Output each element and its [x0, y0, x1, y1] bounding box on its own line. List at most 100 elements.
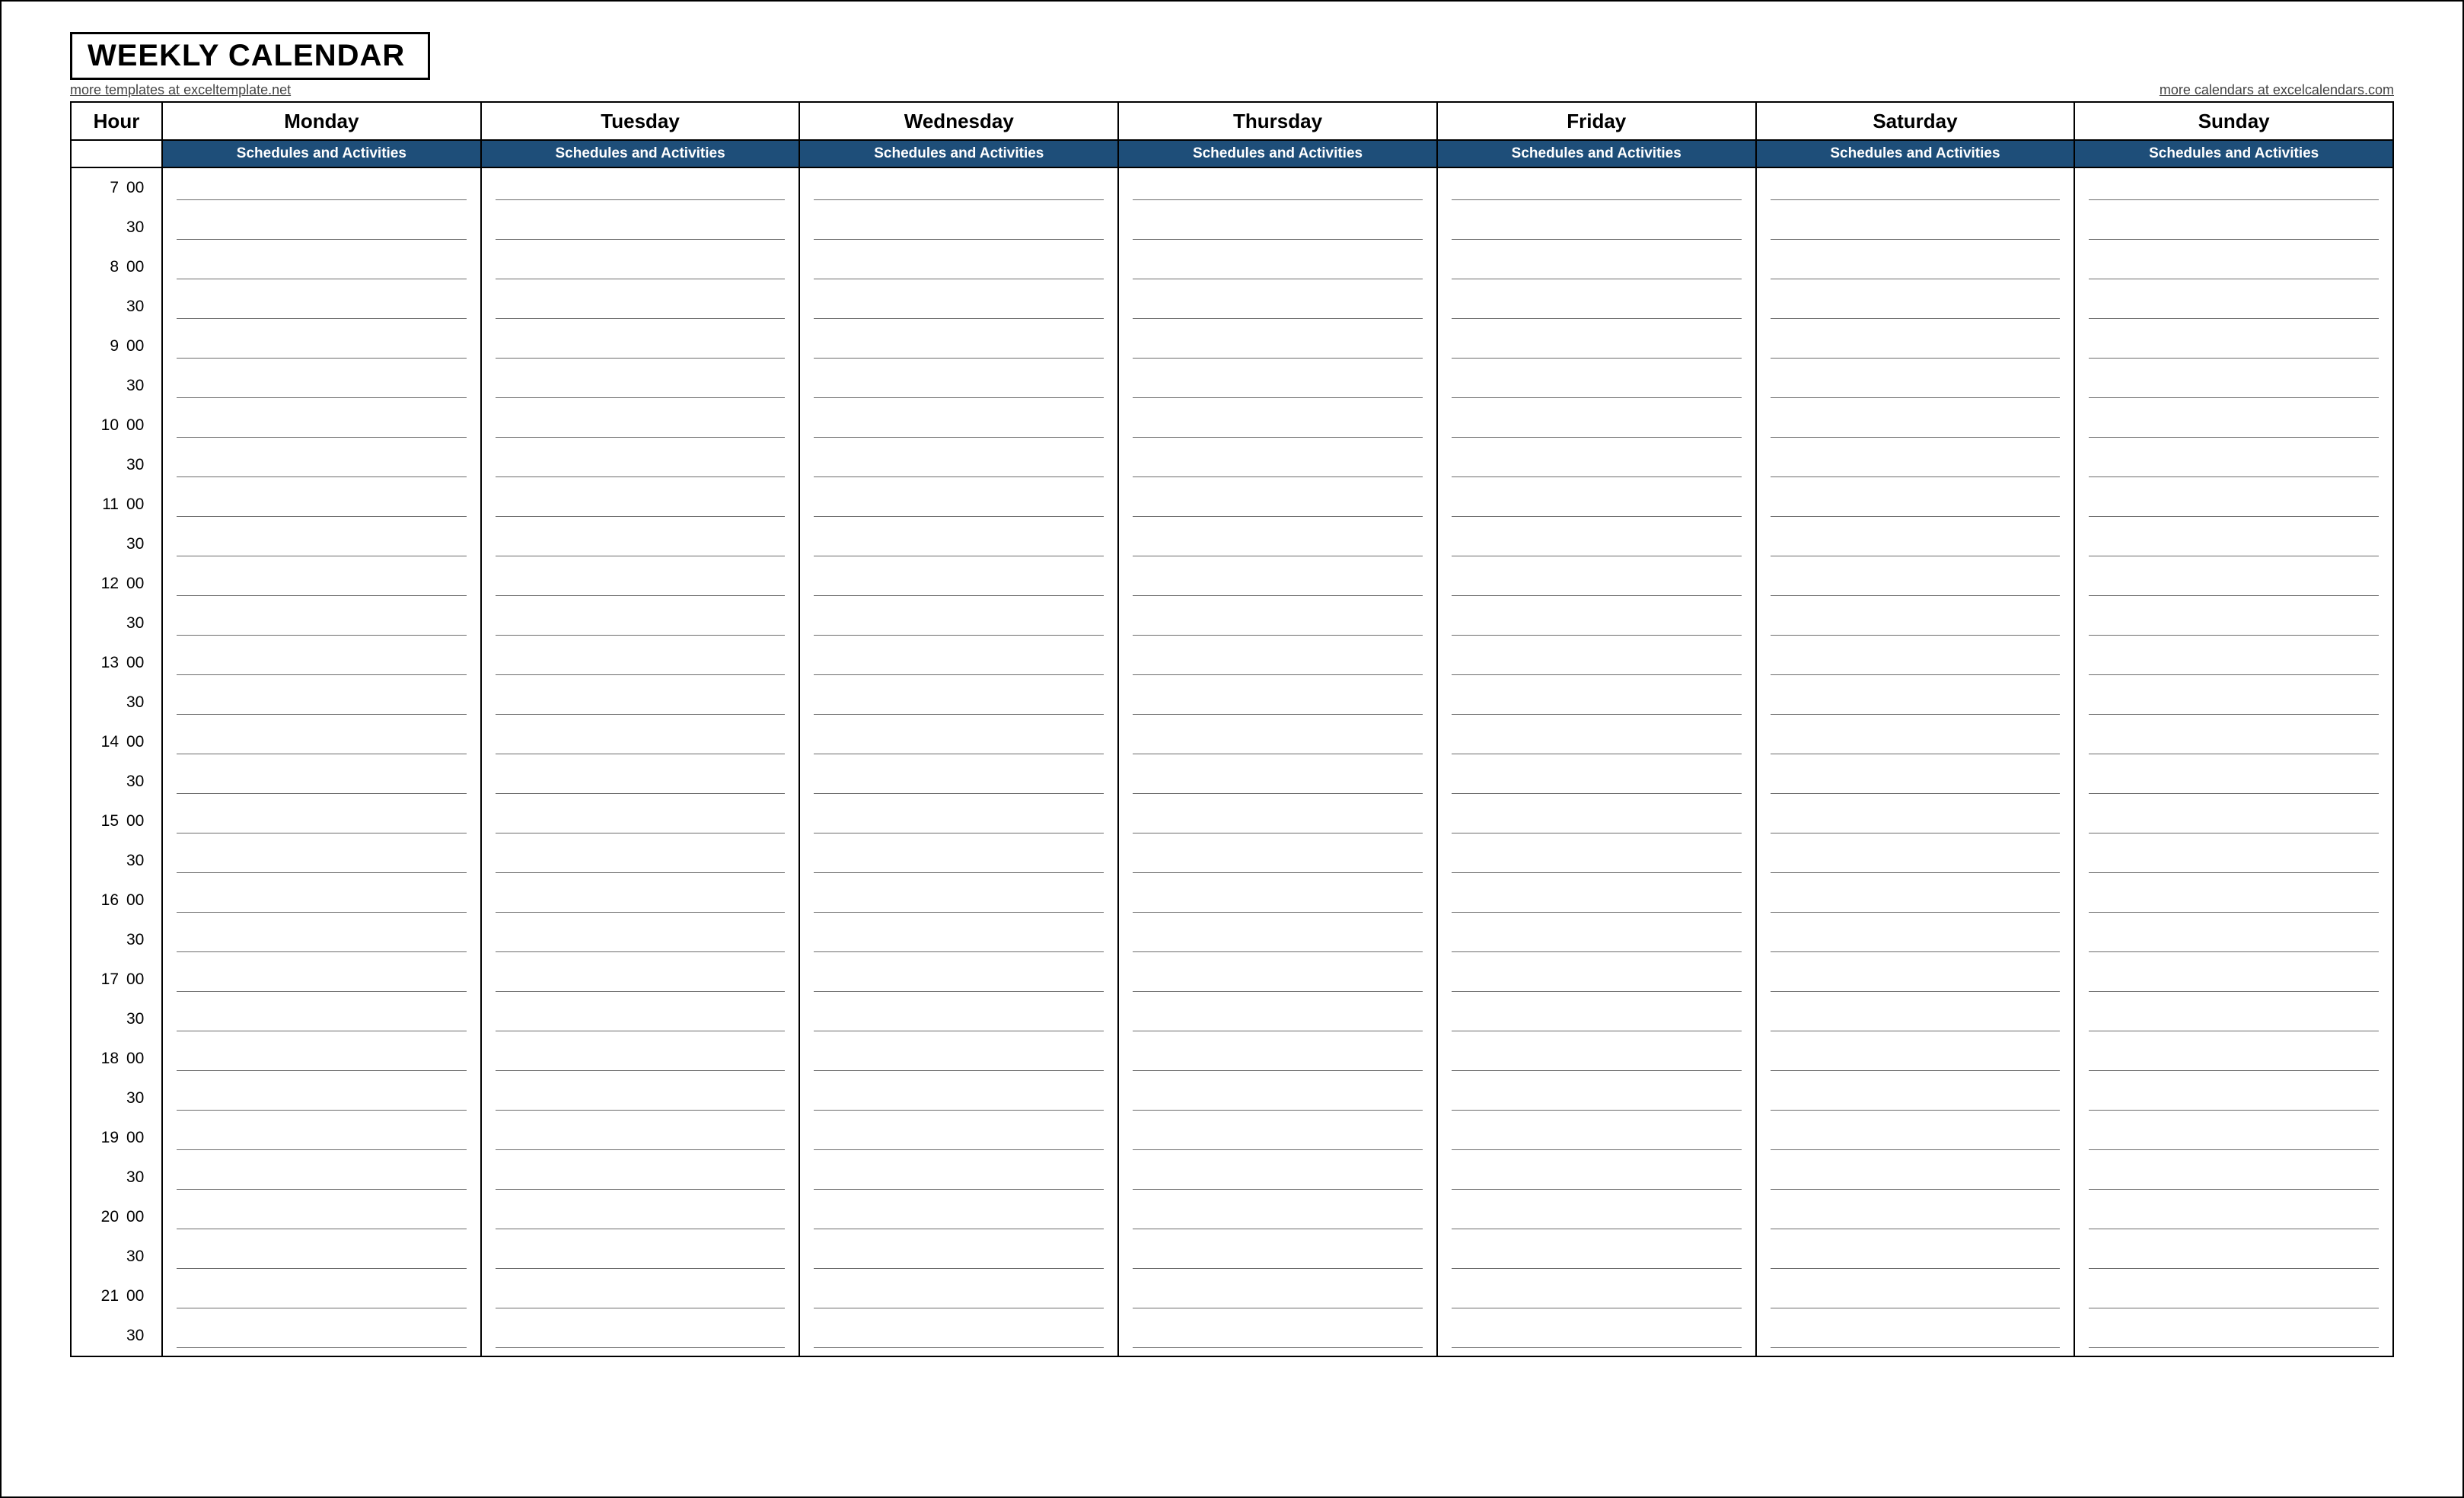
schedule-slot[interactable]	[1119, 841, 1436, 881]
schedule-slot[interactable]	[1757, 1316, 2074, 1356]
schedule-slot[interactable]	[1757, 920, 2074, 960]
schedule-slot[interactable]	[482, 445, 799, 485]
schedule-slot[interactable]	[2075, 1276, 2392, 1316]
schedule-slot[interactable]	[1757, 1237, 2074, 1276]
schedule-slot[interactable]	[2075, 287, 2392, 327]
schedule-slot[interactable]	[2075, 168, 2392, 208]
schedule-slot[interactable]	[1757, 683, 2074, 722]
schedule-slot[interactable]	[1119, 881, 1436, 920]
schedule-slot[interactable]	[482, 168, 799, 208]
schedule-slot[interactable]	[1119, 802, 1436, 841]
schedule-slot[interactable]	[2075, 643, 2392, 683]
schedule-slot[interactable]	[1438, 1158, 1755, 1197]
schedule-slot[interactable]	[2075, 1158, 2392, 1197]
schedule-slot[interactable]	[2075, 920, 2392, 960]
schedule-slot[interactable]	[1757, 1079, 2074, 1118]
schedule-slot[interactable]	[163, 1197, 480, 1237]
schedule-slot[interactable]	[1119, 762, 1436, 802]
schedule-slot[interactable]	[1438, 1039, 1755, 1079]
schedule-slot[interactable]	[482, 1158, 799, 1197]
schedule-slot[interactable]	[1119, 1039, 1436, 1079]
schedule-slot[interactable]	[2075, 683, 2392, 722]
schedule-slot[interactable]	[1757, 524, 2074, 564]
schedule-slot[interactable]	[163, 406, 480, 445]
schedule-slot[interactable]	[1119, 1158, 1436, 1197]
schedule-slot[interactable]	[1438, 247, 1755, 287]
schedule-slot[interactable]	[2075, 524, 2392, 564]
schedule-slot[interactable]	[1757, 1039, 2074, 1079]
schedule-slot[interactable]	[163, 722, 480, 762]
schedule-slot[interactable]	[1438, 1276, 1755, 1316]
schedule-slot[interactable]	[1438, 564, 1755, 604]
schedule-slot[interactable]	[163, 683, 480, 722]
schedule-slot[interactable]	[163, 841, 480, 881]
schedule-slot[interactable]	[2075, 881, 2392, 920]
schedule-slot[interactable]	[1757, 485, 2074, 524]
schedule-slot[interactable]	[482, 802, 799, 841]
schedule-slot[interactable]	[163, 802, 480, 841]
schedule-slot[interactable]	[482, 247, 799, 287]
schedule-slot[interactable]	[1757, 1197, 2074, 1237]
schedule-slot[interactable]	[800, 168, 1117, 208]
schedule-slot[interactable]	[2075, 1197, 2392, 1237]
schedule-slot[interactable]	[1119, 960, 1436, 999]
schedule-slot[interactable]	[800, 247, 1117, 287]
schedule-slot[interactable]	[163, 168, 480, 208]
schedule-slot[interactable]	[163, 445, 480, 485]
schedule-slot[interactable]	[1438, 881, 1755, 920]
schedule-slot[interactable]	[800, 999, 1117, 1039]
schedule-slot[interactable]	[1438, 683, 1755, 722]
schedule-slot[interactable]	[1119, 1197, 1436, 1237]
schedule-slot[interactable]	[482, 762, 799, 802]
schedule-slot[interactable]	[1757, 406, 2074, 445]
schedule-slot[interactable]	[1119, 920, 1436, 960]
schedule-slot[interactable]	[163, 366, 480, 406]
templates-link[interactable]: more templates at exceltemplate.net	[70, 82, 291, 98]
schedule-slot[interactable]	[1119, 1079, 1436, 1118]
schedule-slot[interactable]	[2075, 802, 2392, 841]
schedule-slot[interactable]	[800, 722, 1117, 762]
schedule-slot[interactable]	[800, 366, 1117, 406]
schedule-slot[interactable]	[1438, 802, 1755, 841]
schedule-slot[interactable]	[1438, 168, 1755, 208]
schedule-slot[interactable]	[2075, 722, 2392, 762]
schedule-slot[interactable]	[482, 999, 799, 1039]
schedule-slot[interactable]	[163, 881, 480, 920]
schedule-slot[interactable]	[1119, 445, 1436, 485]
schedule-slot[interactable]	[1438, 524, 1755, 564]
schedule-slot[interactable]	[1757, 1158, 2074, 1197]
schedule-slot[interactable]	[1438, 366, 1755, 406]
schedule-slot[interactable]	[800, 287, 1117, 327]
schedule-slot[interactable]	[163, 604, 480, 643]
schedule-slot[interactable]	[1757, 247, 2074, 287]
schedule-slot[interactable]	[482, 366, 799, 406]
schedule-slot[interactable]	[1438, 406, 1755, 445]
schedule-slot[interactable]	[800, 802, 1117, 841]
schedule-slot[interactable]	[800, 1118, 1117, 1158]
schedule-slot[interactable]	[163, 247, 480, 287]
schedule-slot[interactable]	[800, 841, 1117, 881]
schedule-slot[interactable]	[800, 445, 1117, 485]
schedule-slot[interactable]	[800, 960, 1117, 999]
schedule-slot[interactable]	[2075, 1039, 2392, 1079]
schedule-slot[interactable]	[1438, 999, 1755, 1039]
schedule-slot[interactable]	[2075, 604, 2392, 643]
schedule-slot[interactable]	[1757, 722, 2074, 762]
schedule-slot[interactable]	[2075, 841, 2392, 881]
schedule-slot[interactable]	[800, 1158, 1117, 1197]
schedule-slot[interactable]	[1119, 247, 1436, 287]
schedule-slot[interactable]	[482, 524, 799, 564]
schedule-slot[interactable]	[163, 1237, 480, 1276]
schedule-slot[interactable]	[2075, 1118, 2392, 1158]
schedule-slot[interactable]	[482, 722, 799, 762]
schedule-slot[interactable]	[1757, 208, 2074, 247]
schedule-slot[interactable]	[800, 327, 1117, 366]
schedule-slot[interactable]	[800, 1276, 1117, 1316]
schedule-slot[interactable]	[2075, 247, 2392, 287]
schedule-slot[interactable]	[2075, 1237, 2392, 1276]
schedule-slot[interactable]	[482, 287, 799, 327]
schedule-slot[interactable]	[163, 208, 480, 247]
schedule-slot[interactable]	[1438, 1197, 1755, 1237]
schedule-slot[interactable]	[482, 920, 799, 960]
calendars-link[interactable]: more calendars at excelcalendars.com	[2160, 82, 2394, 98]
